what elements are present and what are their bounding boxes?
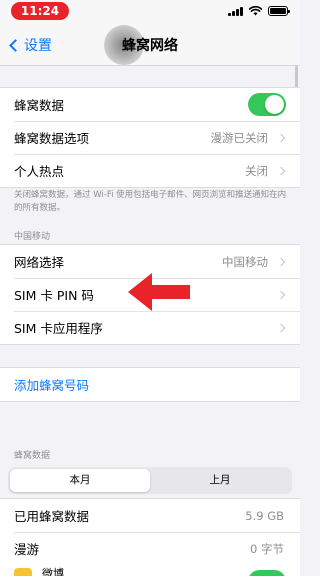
carrier-section-header: 中国移动	[14, 232, 51, 242]
cellular-data-options-value: 漫游已关闭	[210, 130, 269, 145]
network-selection-value: 中国移动	[222, 254, 268, 269]
app-usage-row: 微博	[0, 562, 300, 576]
personal-hotspot-row[interactable]: 个人热点 关闭	[0, 154, 300, 187]
add-plan-group: 添加蜂窝号码	[0, 367, 300, 402]
cellular-data-row: 蜂窝数据	[0, 88, 300, 121]
segment-this-month[interactable]: 本月	[10, 469, 150, 492]
annotation-arrow-icon	[128, 273, 190, 311]
signal-strength-icon	[228, 6, 243, 16]
used-cellular-data-value: 5.9 GB	[245, 508, 284, 523]
chevron-right-icon	[276, 290, 286, 299]
chevron-right-icon	[276, 257, 286, 266]
add-cellular-plan-label: 添加蜂窝号码	[14, 378, 90, 393]
status-time: 11:24	[11, 2, 69, 20]
sim-applications-row[interactable]: SIM 卡应用程序	[0, 311, 300, 344]
chevron-right-icon	[276, 133, 286, 142]
status-bar: 11:24	[0, 0, 300, 24]
sim-applications-label: SIM 卡应用程序	[14, 321, 103, 336]
cellular-settings-group: 蜂窝数据 蜂窝数据选项 漫游已关闭 个人热点 关闭	[0, 87, 300, 188]
cellular-data-label: 蜂窝数据	[14, 98, 65, 113]
segment-last-month[interactable]: 上月	[150, 469, 290, 492]
navigation-bar: 设置 蜂窝网络	[0, 24, 300, 66]
cellular-footnote: 关闭蜂窝数据，通过 Wi-Fi 使用包括电子邮件、网页浏览和推送通知在内的所有数…	[14, 190, 287, 213]
battery-icon	[268, 6, 290, 16]
cellular-data-options-label: 蜂窝数据选项	[14, 131, 90, 146]
app-usage-toggle[interactable]	[248, 570, 286, 576]
chevron-right-icon	[276, 166, 286, 175]
used-cellular-data-row: 已用蜂窝数据 5.9 GB	[0, 499, 300, 532]
personal-hotspot-value: 关闭	[245, 163, 268, 178]
status-icons	[228, 6, 290, 16]
cellular-data-toggle[interactable]	[248, 93, 286, 116]
roaming-label: 漫游	[14, 542, 40, 557]
roaming-value: 0 字节	[250, 541, 284, 556]
network-selection-label: 网络选择	[14, 255, 65, 270]
usage-group: 已用蜂窝数据 5.9 GB 漫游 0 字节	[0, 498, 300, 565]
app-usage-label: 微博	[42, 567, 64, 576]
cellular-data-options-row[interactable]: 蜂窝数据选项 漫游已关闭	[0, 121, 300, 154]
wifi-icon	[249, 6, 262, 16]
period-segmented-control: 本月 上月	[8, 467, 292, 494]
weibo-app-icon	[14, 568, 32, 576]
personal-hotspot-label: 个人热点	[14, 164, 65, 179]
chevron-right-icon	[276, 323, 286, 332]
usage-section-header: 蜂窝数据	[14, 451, 51, 461]
used-cellular-data-label: 已用蜂窝数据	[14, 509, 90, 524]
add-cellular-plan-button[interactable]: 添加蜂窝号码	[0, 368, 300, 401]
roaming-row: 漫游 0 字节	[0, 532, 300, 565]
page-title: 蜂窝网络	[122, 38, 178, 54]
